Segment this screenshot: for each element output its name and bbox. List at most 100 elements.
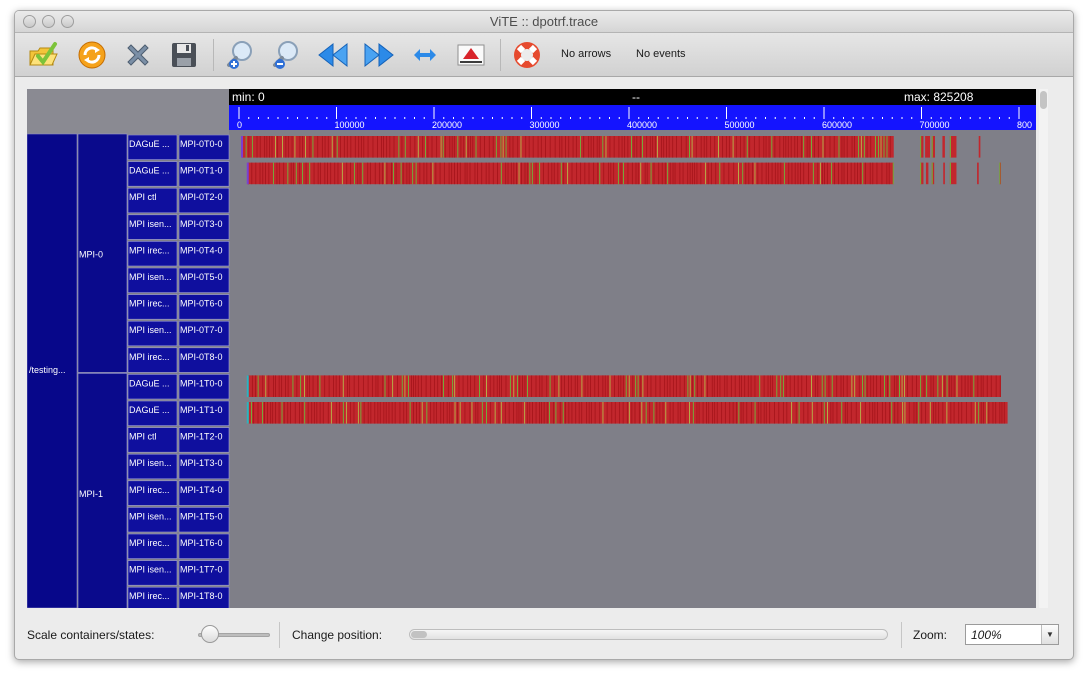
close-trace-button[interactable]: [121, 38, 155, 72]
thread-name-label: MPI-0T2-0: [180, 192, 223, 202]
state-stripe: [522, 375, 523, 397]
state-stripe: [920, 375, 922, 397]
position-scrollbar[interactable]: [409, 629, 888, 640]
state-stripe: [682, 162, 684, 185]
state-compute[interactable]: [943, 162, 945, 185]
zoom-in-button[interactable]: [224, 38, 258, 72]
state-stripe: [391, 402, 393, 424]
state-stripe: [500, 402, 502, 424]
state-stripe: [593, 136, 595, 158]
toggle-states-button[interactable]: [454, 38, 488, 72]
arrows-toggle[interactable]: No arrows: [561, 48, 611, 60]
state-stripe: [495, 136, 497, 158]
state-stripe: [863, 136, 865, 158]
state-stripe: [992, 402, 994, 424]
state-stripe: [309, 162, 311, 185]
state-stripe: [798, 402, 800, 424]
trace-canvas[interactable]: 0 100000 200000 300000 400000 500000 600000 700…: [27, 89, 1036, 608]
state-stripe: [770, 375, 772, 397]
state-stripe: [858, 136, 860, 158]
state-stripe: [565, 136, 566, 158]
state-stripe: [481, 162, 483, 185]
state-compute[interactable]: [925, 136, 931, 158]
state-stripe: [880, 136, 882, 158]
bottom-separator: [901, 622, 902, 648]
state-stripe: [644, 162, 646, 185]
state-stripe: [921, 402, 923, 424]
state-stripe: [412, 402, 414, 424]
state-stripe: [633, 136, 635, 158]
chevron-down-icon[interactable]: ▼: [1041, 625, 1058, 644]
state-stripe: [588, 162, 590, 185]
state-stripe: [694, 375, 696, 397]
state-stripe: [618, 136, 620, 158]
state-stripe: [702, 402, 704, 424]
state-stripe: [453, 136, 455, 158]
state-stripe: [554, 136, 556, 158]
state-stripe: [649, 136, 651, 158]
zoom-out-button[interactable]: [270, 38, 304, 72]
state-compute[interactable]: [977, 162, 979, 185]
zoom-value[interactable]: 100%: [971, 628, 1002, 642]
state-stripe: [413, 375, 414, 397]
state-compute[interactable]: [247, 162, 894, 185]
state-stripe: [553, 402, 555, 424]
state-stripe: [672, 162, 674, 185]
trace-view[interactable]: min: 0 -- max: 825208 0 100000 200000 30000…: [27, 89, 1036, 608]
state-stripe: [470, 136, 471, 158]
state-stripe: [659, 402, 661, 424]
vertical-scrollbar[interactable]: [1039, 89, 1048, 608]
state-stripe: [611, 402, 613, 424]
state-stripe: [605, 136, 607, 158]
state-stripe: [259, 162, 261, 185]
state-stripe: [708, 402, 710, 424]
state-stripe: [409, 402, 411, 424]
zoom-combobox[interactable]: 100% ▼: [965, 624, 1059, 645]
reload-button[interactable]: [75, 38, 109, 72]
scroll-right-button[interactable]: [362, 38, 396, 72]
state-compute[interactable]: [978, 136, 981, 158]
state-stripe: [406, 402, 408, 424]
state-stripe: [265, 375, 267, 397]
state-stripe: [774, 162, 776, 185]
state-stripe: [753, 136, 755, 158]
state-stripe: [964, 375, 966, 397]
state-stripe: [958, 402, 960, 424]
save-button[interactable]: [167, 38, 201, 72]
open-button[interactable]: [25, 38, 59, 72]
state-stripe: [302, 162, 304, 185]
position-scroll-thumb[interactable]: [411, 631, 427, 638]
state-stripe: [738, 375, 740, 397]
state-stripe: [580, 136, 582, 158]
state-stripe: [602, 375, 604, 397]
state-stripe: [999, 402, 1001, 424]
state-stripe: [251, 162, 253, 185]
state-stripe: [885, 402, 887, 424]
state-stripe: [374, 402, 376, 424]
state-compute[interactable]: [247, 375, 1001, 397]
state-compute[interactable]: [942, 136, 945, 158]
scale-slider-knob[interactable]: [201, 625, 219, 643]
state-compute[interactable]: [242, 136, 894, 158]
state-stripe: [823, 402, 825, 424]
state-stripe: [465, 136, 467, 158]
state-stripe: [353, 402, 355, 424]
events-toggle[interactable]: No events: [636, 48, 686, 60]
state-stripe: [295, 162, 297, 185]
vertical-scroll-thumb[interactable]: [1040, 91, 1047, 109]
state-stripe: [728, 136, 730, 158]
state-stripe: [362, 375, 364, 397]
state-stripe: [728, 162, 730, 185]
scroll-left-button[interactable]: [316, 38, 350, 72]
state-stripe: [317, 136, 319, 158]
state-stripe: [394, 402, 396, 424]
state-stripe: [532, 136, 534, 158]
help-button[interactable]: [510, 38, 544, 72]
state-stripe: [367, 375, 369, 397]
state-stripe: [521, 162, 522, 185]
thread-name-label: MPI-0T0-0: [180, 139, 223, 149]
fit-width-button[interactable]: [408, 38, 442, 72]
state-stripe: [301, 402, 303, 424]
state-stripe: [281, 402, 283, 424]
state-compute[interactable]: [925, 162, 929, 185]
